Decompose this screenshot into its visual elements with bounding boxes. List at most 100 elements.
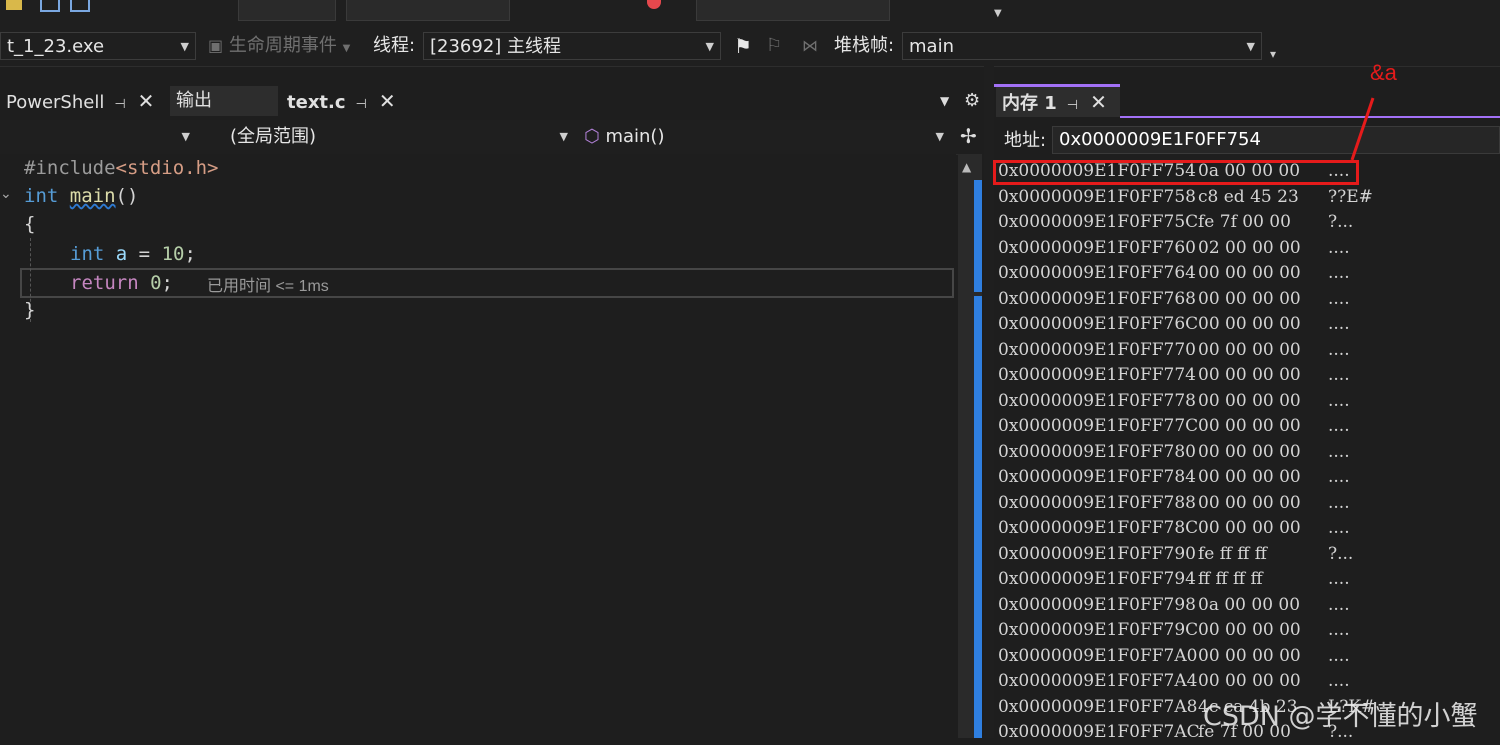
memory-row[interactable]: 0x0000009E1F0FF784 00 00 00 00.... — [998, 465, 1350, 490]
code-brace-open: { — [24, 213, 36, 235]
lifecycle-label: 生命周期事件 — [228, 35, 337, 56]
memory-row[interactable]: 0x0000009E1F0FF79C00 00 00 00.... — [998, 618, 1350, 643]
memory-row[interactable]: 0x0000009E1F0FF764 00 00 00 00.... — [998, 261, 1350, 286]
thread-combo[interactable]: [23692] 主线程 ▼ — [423, 32, 721, 60]
pin-icon[interactable]: ⊣ — [356, 97, 367, 112]
memory-bytes: 00 00 00 00 — [1198, 492, 1301, 513]
memory-row[interactable]: 0x0000009E1F0FF788 00 00 00 00.... — [998, 491, 1350, 516]
code-semi: ; — [161, 272, 173, 294]
code-var-a: a — [115, 243, 128, 265]
split-window-icon[interactable]: ✢ — [960, 124, 977, 148]
function-combo[interactable]: ⬡ main() ▼ — [580, 122, 952, 152]
lifecycle-events-button[interactable]: ▣ 生命周期事件 ▼ — [208, 32, 350, 60]
code-line-4: int a = 10; — [70, 240, 196, 268]
code-line-3: { — [24, 210, 35, 238]
memory-bytes: 00 00 00 00 — [1198, 441, 1301, 462]
tab-output[interactable]: 输出 — [170, 86, 278, 116]
memory-row[interactable]: 0x0000009E1F0FF7A000 00 00 00.... — [998, 644, 1350, 669]
gear-icon[interactable]: ⚙ — [964, 90, 980, 111]
memory-row[interactable]: 0x0000009E1F0FF798 0a 00 00 00.... — [998, 593, 1350, 618]
memory-addr: 0x0000009E1F0FF77C — [998, 416, 1199, 436]
memory-row[interactable]: 0x0000009E1F0FF778 00 00 00 00.... — [998, 389, 1350, 414]
elapsed-time-hint: 已用时间 <= 1ms — [207, 278, 329, 295]
collapse-indicator[interactable]: ⌄ — [0, 186, 12, 202]
memory-row[interactable]: 0x0000009E1F0FF760 02 00 00 00.... — [998, 236, 1350, 261]
scope-combo[interactable]: (全局范围) ▼ — [204, 122, 576, 152]
memory-ascii: .... — [1328, 339, 1350, 360]
folder-icon[interactable] — [6, 0, 22, 10]
tab-list-dropdown-icon[interactable]: ▼ — [940, 94, 949, 108]
parallel-stacks-icon[interactable]: ⋈ — [802, 32, 818, 60]
memory-bytes: 00 00 00 00 — [1198, 263, 1301, 283]
memory-row[interactable]: 0x0000009E1F0FF770 00 00 00 00.... — [998, 338, 1350, 363]
flag-threads-icon[interactable]: ⚐ — [766, 32, 782, 60]
annotation-box — [993, 160, 1359, 185]
memory-row[interactable]: 0x0000009E1F0FF7A400 00 00 00.... — [998, 669, 1350, 694]
stackframe-combo[interactable]: main ▼ — [902, 32, 1262, 60]
memory-bytes: ff ff ff ff — [1198, 569, 1263, 589]
chevron-down-icon[interactable]: ▼ — [994, 8, 1002, 19]
memory-bytes: 02 00 00 00 — [1198, 237, 1301, 258]
memory-ascii: .... — [1328, 492, 1350, 513]
code-int: int — [70, 243, 105, 265]
tab-memory-1[interactable]: 内存 1 ⊣ ✕ — [996, 87, 1120, 117]
memory-header-accent — [1120, 116, 1500, 118]
platform-combo[interactable] — [346, 0, 510, 21]
chevron-down-icon: ▼ — [342, 43, 351, 54]
chevron-down-icon: ▼ — [1246, 40, 1255, 53]
close-icon[interactable]: ✕ — [1090, 90, 1107, 114]
code-int: int — [24, 185, 59, 207]
memory-addr: 0x0000009E1F0FF79C — [998, 620, 1199, 640]
memory-bytes: 00 00 00 00 — [1198, 314, 1301, 334]
scrollbar-thumb[interactable] — [974, 296, 982, 738]
target-combo[interactable] — [696, 0, 890, 21]
annotation-arrow — [1350, 97, 1375, 161]
memory-row[interactable]: 0x0000009E1F0FF780 00 00 00 00.... — [998, 440, 1350, 465]
memory-row[interactable]: 0x0000009E1F0FF75Cfe 7f 00 00?... — [998, 210, 1353, 235]
toolbar-overflow-icon[interactable]: ▾ — [1270, 40, 1276, 68]
memory-addr: 0x0000009E1F0FF780 — [998, 441, 1196, 462]
memory-row[interactable]: 0x0000009E1F0FF774 00 00 00 00.... — [998, 363, 1350, 388]
process-combo[interactable]: t_1_23.exe ▼ — [0, 32, 196, 60]
memory-addr: 0x0000009E1F0FF770 — [998, 339, 1196, 360]
memory-bytes: 00 00 00 00 — [1198, 620, 1301, 640]
close-icon[interactable]: ✕ — [138, 89, 155, 113]
memory-row[interactable]: 0x0000009E1F0FF768 00 00 00 00.... — [998, 287, 1350, 312]
scroll-up-icon[interactable]: ▲ — [962, 160, 971, 174]
memory-addr: 0x0000009E1F0FF764 — [998, 263, 1196, 283]
pin-icon[interactable]: ⊣ — [114, 97, 125, 112]
memory-row[interactable]: 0x0000009E1F0FF790 fe ff ff ff?... — [998, 542, 1353, 567]
memory-address-label: 地址: — [1004, 130, 1047, 151]
record-icon[interactable] — [647, 0, 661, 9]
tab-text-c[interactable]: text.c ⊣ ✕ — [281, 86, 404, 116]
process-value: t_1_23.exe — [7, 36, 105, 57]
close-icon[interactable]: ✕ — [379, 89, 396, 113]
pin-icon[interactable]: ⊣ — [1067, 98, 1078, 113]
chevron-down-icon: ▼ — [935, 130, 944, 143]
memory-bytes: 0a 00 00 00 — [1198, 594, 1301, 615]
code-zero: 0 — [150, 272, 162, 294]
tab-label: text.c — [287, 92, 346, 113]
memory-row[interactable]: 0x0000009E1F0FF76C00 00 00 00.... — [998, 312, 1350, 337]
memory-bytes: fe 7f 00 00 — [1198, 212, 1291, 232]
save-icon[interactable] — [40, 0, 60, 12]
save-all-icon[interactable] — [70, 0, 90, 12]
memory-row[interactable]: 0x0000009E1F0FF77C00 00 00 00.... — [998, 414, 1350, 439]
memory-row[interactable]: 0x0000009E1F0FF758 c8 ed 45 23 ??E# — [998, 185, 1373, 210]
config-combo[interactable] — [238, 0, 336, 21]
tab-powershell[interactable]: PowerShell ⊣ ✕ — [0, 86, 166, 116]
code-line-1: #include<stdio.h> — [24, 154, 218, 182]
annotation-label: &a — [1370, 60, 1397, 85]
flag-icon[interactable]: ⚑ — [734, 32, 752, 60]
memory-bytes: c8 ed 45 23 — [1198, 186, 1299, 207]
project-combo[interactable]: ▼ — [0, 122, 198, 152]
memory-ascii: ??E# — [1328, 186, 1373, 207]
function-value: main() — [605, 126, 665, 147]
scrollbar-thumb[interactable] — [974, 180, 982, 292]
code-semi: ; — [184, 243, 196, 265]
memory-address-input[interactable]: 0x0000009E1F0FF754 — [1052, 126, 1500, 154]
memory-row[interactable]: 0x0000009E1F0FF78C00 00 00 00.... — [998, 516, 1350, 541]
memory-ascii: .... — [1328, 467, 1350, 487]
memory-addr: 0x0000009E1F0FF76C — [998, 314, 1199, 334]
memory-row[interactable]: 0x0000009E1F0FF794 ff ff ff ff.... — [998, 567, 1350, 592]
